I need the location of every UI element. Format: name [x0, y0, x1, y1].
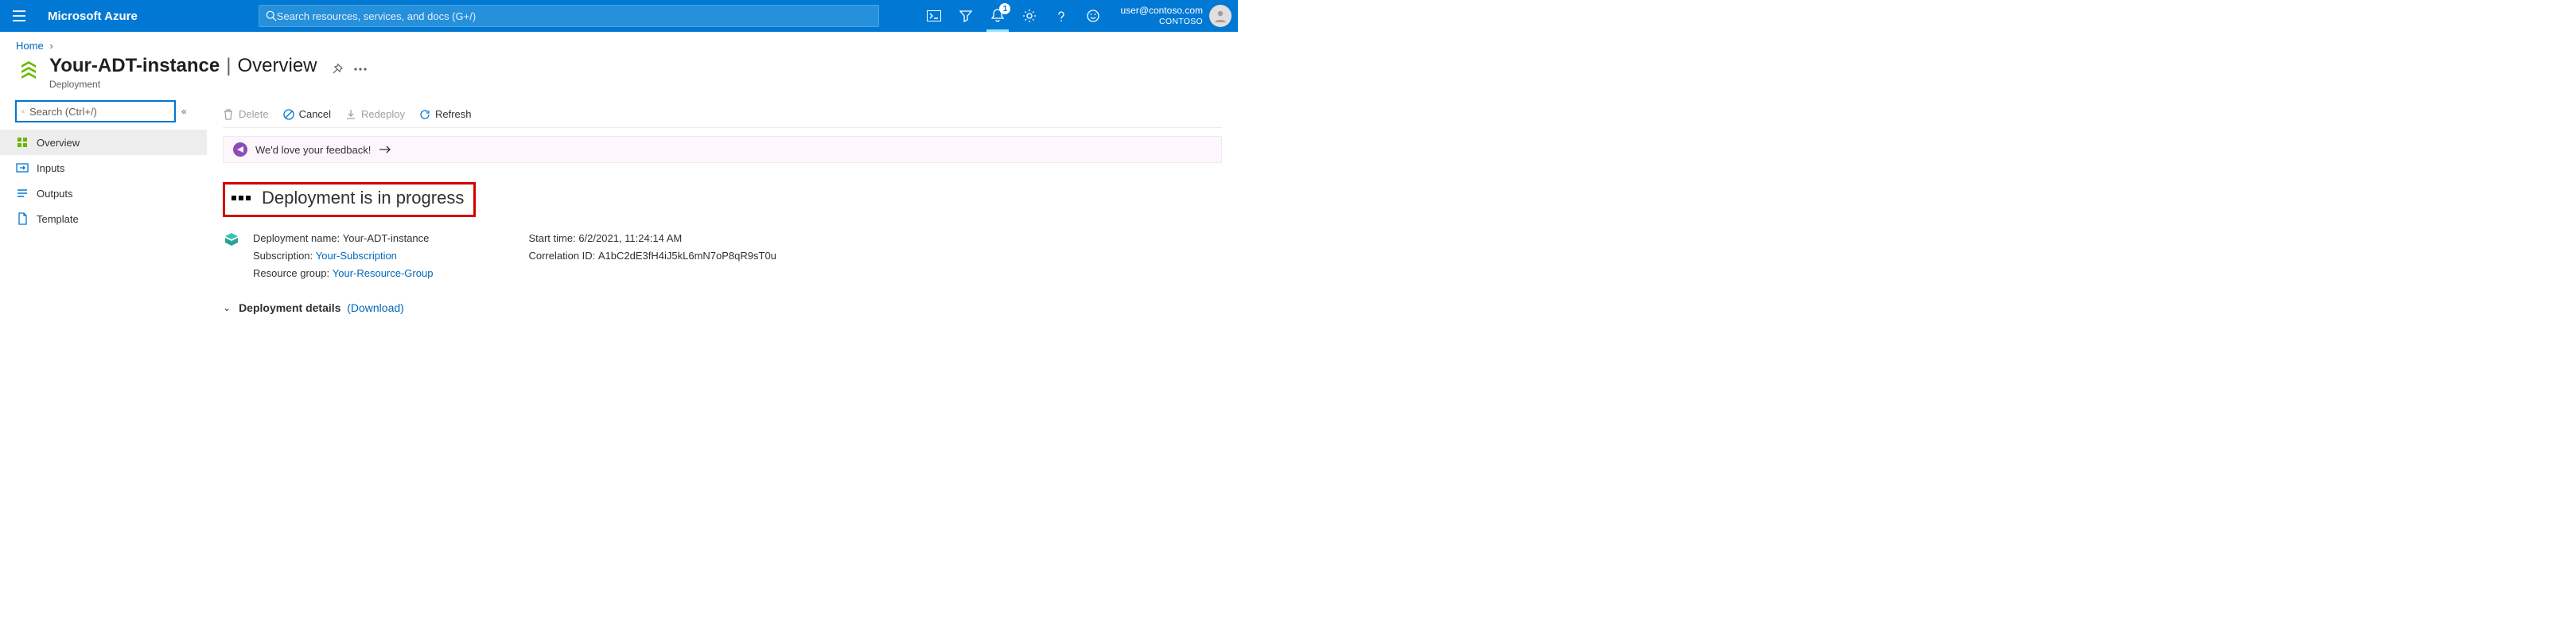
hamburger-menu[interactable] — [0, 0, 38, 32]
title-divider: | — [226, 55, 231, 77]
global-search-input[interactable] — [277, 10, 872, 22]
sidebar-item-template[interactable]: Template — [0, 206, 207, 231]
blade-main: Delete Cancel Redeploy Refresh We'd love… — [207, 101, 1238, 330]
avatar — [1209, 5, 1232, 27]
search-icon — [21, 107, 25, 117]
global-search[interactable] — [259, 5, 879, 27]
status-text: Deployment is in progress — [262, 188, 464, 208]
cloud-shell-button[interactable] — [918, 0, 950, 32]
directory-filter-button[interactable] — [950, 0, 982, 32]
cancel-icon — [283, 109, 294, 120]
collapse-sidebar-button[interactable]: « — [181, 106, 187, 117]
hamburger-icon — [13, 10, 25, 21]
account-menu[interactable]: user@contoso.com CONTOSO — [1109, 5, 1238, 27]
resource-type-icon — [16, 58, 41, 84]
gear-icon — [1022, 9, 1037, 23]
resource-group-link[interactable]: Your-Resource-Group — [333, 267, 434, 279]
redeploy-button: Redeploy — [345, 108, 405, 120]
redeploy-icon — [345, 109, 356, 120]
delete-button: Delete — [223, 108, 269, 120]
deployment-info-right: Start time: 6/2/2021, 11:24:14 AM Correl… — [528, 230, 776, 282]
search-icon — [266, 10, 277, 21]
sidebar-item-label: Outputs — [37, 188, 73, 200]
subscription-link[interactable]: Your-Subscription — [316, 250, 397, 262]
blade-sidebar: « Overview Inputs Outputs — [0, 101, 207, 330]
sidebar-item-label: Template — [37, 213, 79, 225]
arrow-right-icon — [379, 146, 391, 153]
ellipsis-icon — [354, 68, 367, 71]
help-icon — [1055, 10, 1068, 22]
download-link[interactable]: (Download) — [347, 301, 404, 314]
brand-label[interactable]: Microsoft Azure — [38, 10, 147, 23]
resource-subtype: Deployment — [49, 79, 367, 90]
deployment-details-label: Deployment details — [239, 301, 340, 314]
sidebar-item-inputs[interactable]: Inputs — [0, 155, 207, 181]
resource-section: Overview — [237, 55, 317, 77]
smiley-icon — [1087, 10, 1099, 22]
inputs-icon — [16, 161, 29, 174]
notifications-button[interactable]: 1 — [982, 0, 1014, 32]
deployment-status-heading: Deployment is in progress — [223, 182, 476, 217]
help-button[interactable] — [1045, 0, 1077, 32]
cancel-button[interactable]: Cancel — [283, 108, 331, 120]
feedback-bullhorn-icon — [233, 142, 247, 157]
sidebar-item-label: Inputs — [37, 162, 64, 174]
feedback-button[interactable] — [1077, 0, 1109, 32]
notification-badge: 1 — [999, 3, 1010, 14]
overview-icon — [16, 136, 29, 149]
chevron-down-icon: ⌄ — [223, 302, 231, 313]
correlation-id-value: A1bC2dE3fH4iJ5kL6mN7oP8qR9sT0u — [598, 250, 776, 262]
progress-icon — [232, 196, 251, 200]
refresh-button[interactable]: Refresh — [419, 108, 472, 120]
pin-button[interactable] — [330, 63, 343, 76]
deployment-details-toggle[interactable]: ⌄ Deployment details (Download) — [223, 301, 1222, 314]
breadcrumb-separator: › — [49, 40, 53, 52]
feedback-banner[interactable]: We'd love your feedback! — [223, 136, 1222, 163]
sidebar-item-label: Overview — [37, 137, 80, 149]
template-icon — [16, 212, 29, 225]
resource-name: Your-ADT-instance — [49, 55, 220, 77]
pin-icon — [330, 63, 343, 76]
settings-button[interactable] — [1014, 0, 1045, 32]
user-tenant: CONTOSO — [1120, 17, 1203, 26]
start-time-value: 6/2/2021, 11:24:14 AM — [578, 232, 682, 244]
command-bar: Delete Cancel Redeploy Refresh — [223, 101, 1222, 128]
sidebar-item-overview[interactable]: Overview — [0, 130, 207, 155]
cloud-shell-icon — [927, 10, 941, 21]
user-email: user@contoso.com — [1120, 6, 1203, 17]
refresh-icon — [419, 109, 430, 120]
sidebar-search-input[interactable] — [29, 106, 169, 118]
breadcrumb-home[interactable]: Home — [16, 40, 44, 52]
breadcrumb: Home › — [0, 32, 1238, 52]
person-icon — [1213, 9, 1228, 23]
deployment-name-value: Your-ADT-instance — [343, 232, 430, 244]
resource-header: Your-ADT-instance | Overview Deployment — [0, 52, 1238, 90]
azure-topbar: Microsoft Azure 1 user@contoso.com — [0, 0, 1238, 32]
sidebar-search[interactable] — [16, 101, 175, 122]
deployment-icon — [223, 231, 240, 249]
more-button[interactable] — [354, 68, 367, 71]
deployment-info-left: Deployment name: Your-ADT-instance Subsc… — [253, 230, 433, 282]
outputs-icon — [16, 187, 29, 200]
trash-icon — [223, 109, 234, 120]
feedback-text: We'd love your feedback! — [255, 144, 371, 156]
filter-icon — [959, 10, 972, 22]
sidebar-item-outputs[interactable]: Outputs — [0, 181, 207, 206]
